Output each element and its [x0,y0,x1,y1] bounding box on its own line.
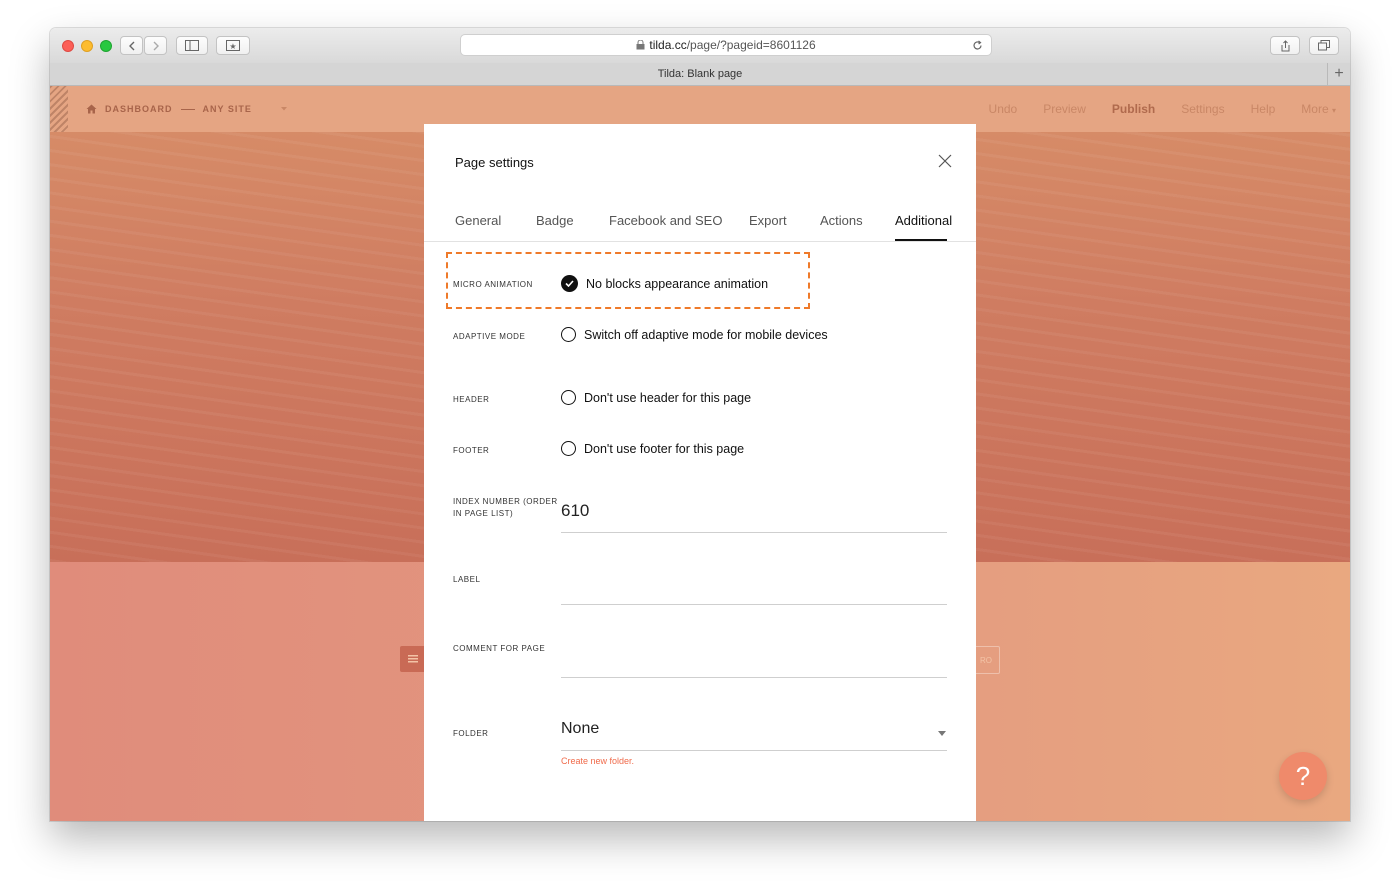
tilda-logo-stripe [50,86,68,132]
publish-link[interactable]: Publish [1112,102,1155,116]
nav-actions: Undo Preview Publish Settings Help More … [989,86,1336,132]
label-underline [561,604,947,605]
page-area: DASHBOARD ANY SITE Undo Preview Publish … [50,86,1350,821]
index-number-label-line1: INDEX NUMBER (ORDER [453,497,558,506]
browser-window: ★ tilda.cc/page/?pageid=8601126 Tilda: B… [50,28,1350,821]
settings-tabs: General Badge Facebook and SEO Export Ac… [424,198,976,242]
folder-label: FOLDER [453,729,489,738]
header-text: Don't use header for this page [584,390,752,405]
tab-badge[interactable]: Badge [536,213,574,228]
index-number-underline [561,532,947,533]
caret-down-icon[interactable] [280,106,288,112]
label-field-label: LABEL [453,575,481,584]
forward-button[interactable] [144,36,167,55]
dropdown-arrow-icon[interactable] [938,731,946,736]
tabs-overview-button[interactable] [1309,36,1339,55]
help-chat-button[interactable]: ? [1279,752,1327,800]
close-icon[interactable] [938,154,952,168]
nav-breadcrumb: DASHBOARD ANY SITE [86,86,288,132]
micro-animation-label: MICRO ANIMATION [453,280,533,289]
index-number-input[interactable]: 610 [561,501,589,521]
label-input[interactable] [561,576,947,600]
url-path: /page/?pageid=8601126 [686,38,816,52]
adaptive-mode-radio[interactable] [561,327,576,342]
checkmark-icon [565,280,574,287]
tab-facebook-seo[interactable]: Facebook and SEO [609,213,722,228]
zoom-window-button[interactable] [100,40,112,52]
active-tab-indicator [895,239,947,241]
more-menu[interactable]: More ▾ [1301,102,1336,116]
sidebar-icon [185,40,199,51]
minimize-window-button[interactable] [81,40,93,52]
nav-site-link[interactable]: ANY SITE [203,104,252,114]
footer-radio[interactable] [561,441,576,456]
back-button[interactable] [120,36,143,55]
preview-link[interactable]: Preview [1043,102,1086,116]
star-icon: ★ [226,40,240,51]
tab-title: Tilda: Blank page [657,68,743,80]
top-sites-button[interactable]: ★ [216,36,250,55]
folder-underline [561,750,947,751]
url-host: tilda.cc [649,38,687,52]
create-folder-link[interactable]: Create new folder. [561,756,634,766]
adaptive-mode-label: ADAPTIVE MODE [453,332,526,341]
undo-link[interactable]: Undo [989,102,1018,116]
lock-icon [636,40,645,50]
footer-text: Don't use footer for this page [584,441,745,456]
modal-title: Page settings [455,155,534,170]
adaptive-mode-text: Switch off adaptive mode for mobile devi… [584,327,828,342]
breadcrumb-separator [180,108,195,110]
micro-animation-text: No blocks appearance animation [586,276,769,291]
comment-underline [561,677,947,678]
more-label: More [1301,102,1329,116]
settings-link[interactable]: Settings [1181,102,1224,116]
header-radio[interactable] [561,390,576,405]
comment-label: COMMENT FOR PAGE [453,644,546,653]
chevron-left-icon [128,41,134,50]
tab-actions[interactable]: Actions [820,213,863,228]
reload-icon[interactable] [972,40,983,51]
page-settings-modal: Page settings General Badge Facebook and… [424,124,976,821]
zero-block-label: RO [980,655,992,665]
header-option[interactable]: Don't use header for this page [561,390,751,405]
plus-icon: + [1334,65,1344,82]
zero-block-button[interactable]: RO [972,646,1000,674]
micro-animation-option[interactable]: No blocks appearance animation [561,275,768,292]
index-number-label: INDEX NUMBER (ORDER IN PAGE LIST) [453,496,558,520]
folder-select[interactable]: None [561,720,599,738]
nav-dashboard-link[interactable]: DASHBOARD [105,104,173,114]
tabs-icon [1318,40,1330,51]
address-bar[interactable]: tilda.cc/page/?pageid=8601126 [460,34,992,56]
blocks-library-button[interactable] [400,646,426,672]
menu-icon [408,655,418,663]
browser-titlebar: ★ tilda.cc/page/?pageid=8601126 [50,28,1350,64]
sidebar-toggle-button[interactable] [176,36,208,55]
header-label: HEADER [453,395,490,404]
index-number-label-line2: IN PAGE LIST) [453,509,514,518]
footer-option[interactable]: Don't use footer for this page [561,441,744,456]
more-caret-icon: ▾ [1331,106,1336,115]
question-mark-icon: ? [1295,760,1311,791]
adaptive-mode-option[interactable]: Switch off adaptive mode for mobile devi… [561,327,828,342]
tab-additional[interactable]: Additional [895,213,952,228]
comment-input[interactable] [561,648,947,672]
help-link[interactable]: Help [1251,102,1276,116]
footer-label: FOOTER [453,446,490,455]
checked-icon[interactable] [561,275,578,292]
browser-tab[interactable]: Tilda: Blank page + [50,63,1350,86]
tab-general[interactable]: General [455,213,501,228]
new-tab-button[interactable]: + [1327,63,1350,85]
home-icon[interactable] [86,104,97,114]
tab-export[interactable]: Export [749,213,787,228]
share-icon [1281,39,1289,51]
close-window-button[interactable] [62,40,74,52]
share-button[interactable] [1270,36,1300,55]
chevron-right-icon [153,41,159,50]
svg-text:★: ★ [229,42,236,51]
